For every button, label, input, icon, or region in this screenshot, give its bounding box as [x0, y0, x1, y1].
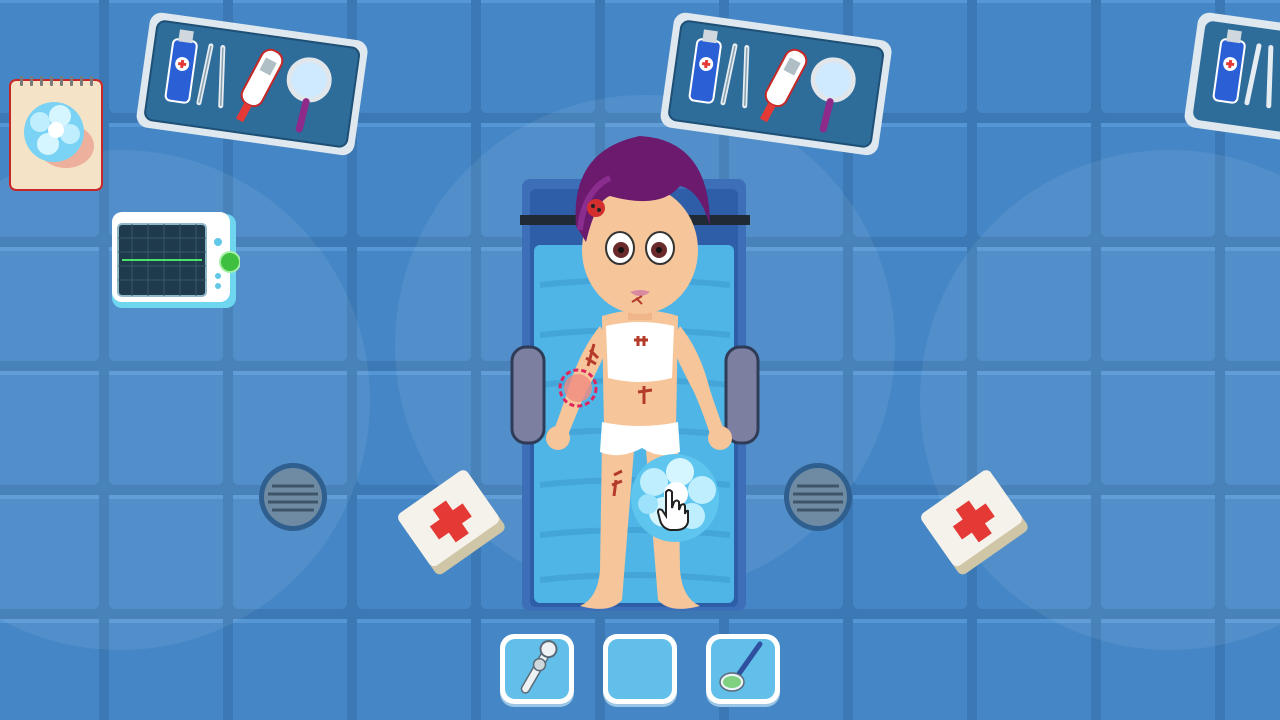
floor-drain: [783, 462, 853, 532]
task-card[interactable]: [8, 74, 104, 192]
ointment-spoon-icon: [719, 641, 763, 692]
first-aid-box[interactable]: [918, 462, 1028, 582]
scope-tool-icon: [520, 640, 558, 694]
treatment-target[interactable]: [556, 366, 600, 410]
floor-drain: [258, 462, 328, 532]
patient-head[interactable]: [575, 136, 710, 314]
ice-pack-icon: [24, 102, 84, 162]
game-scene: [0, 0, 1280, 720]
first-aid-box[interactable]: [395, 462, 505, 582]
empty-slot: [608, 639, 672, 699]
tool-slot-2[interactable]: [603, 634, 677, 704]
tool-slot-3[interactable]: [706, 634, 780, 704]
tool-slot-1[interactable]: [500, 634, 574, 704]
patient-top: [606, 322, 674, 382]
heart-monitor: [110, 210, 241, 310]
hand-cursor-icon: [656, 488, 690, 532]
